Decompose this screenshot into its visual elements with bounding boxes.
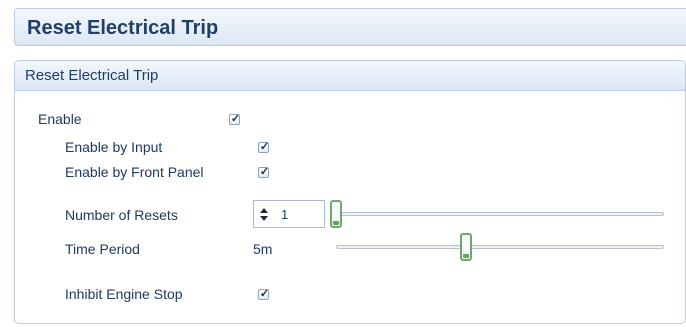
number-of-resets-slider-thumb[interactable] — [330, 200, 342, 228]
number-of-resets-value: 1 — [281, 207, 289, 222]
panel-header: Reset Electrical Trip — [15, 61, 685, 91]
inhibit-engine-stop-label: Inhibit Engine Stop — [65, 286, 183, 302]
time-period-slider-thumb[interactable] — [459, 233, 472, 261]
page-title: Reset Electrical Trip — [27, 17, 219, 39]
enable-by-input-checkbox[interactable]: ✓ — [258, 141, 270, 153]
time-period-label: Time Period — [65, 241, 140, 257]
check-icon: ✓ — [230, 113, 241, 125]
check-icon: ✓ — [259, 166, 270, 178]
time-period-slider-track[interactable] — [336, 245, 664, 249]
reset-electrical-trip-panel: Reset Electrical Trip — [14, 60, 686, 324]
time-period-value: 5m — [253, 241, 273, 257]
enable-by-front-panel-label: Enable by Front Panel — [65, 164, 204, 180]
check-icon: ✓ — [259, 141, 270, 153]
panel-title: Reset Electrical Trip — [25, 67, 159, 84]
page-header-bar: Reset Electrical Trip — [14, 8, 686, 46]
inhibit-engine-stop-checkbox[interactable]: ✓ — [258, 288, 270, 300]
number-of-resets-label: Number of Resets — [65, 207, 178, 223]
spin-up-icon[interactable] — [260, 208, 268, 213]
enable-checkbox[interactable]: ✓ — [229, 113, 241, 125]
enable-label: Enable — [38, 111, 82, 127]
spin-arrows[interactable] — [260, 204, 268, 224]
enable-by-input-label: Enable by Input — [65, 139, 163, 155]
enable-by-front-panel-checkbox[interactable]: ✓ — [258, 166, 270, 178]
number-of-resets-spinner[interactable]: 1 — [253, 200, 325, 228]
check-icon: ✓ — [259, 288, 270, 300]
spin-down-icon[interactable] — [260, 216, 268, 221]
number-of-resets-slider-track[interactable] — [336, 212, 664, 216]
